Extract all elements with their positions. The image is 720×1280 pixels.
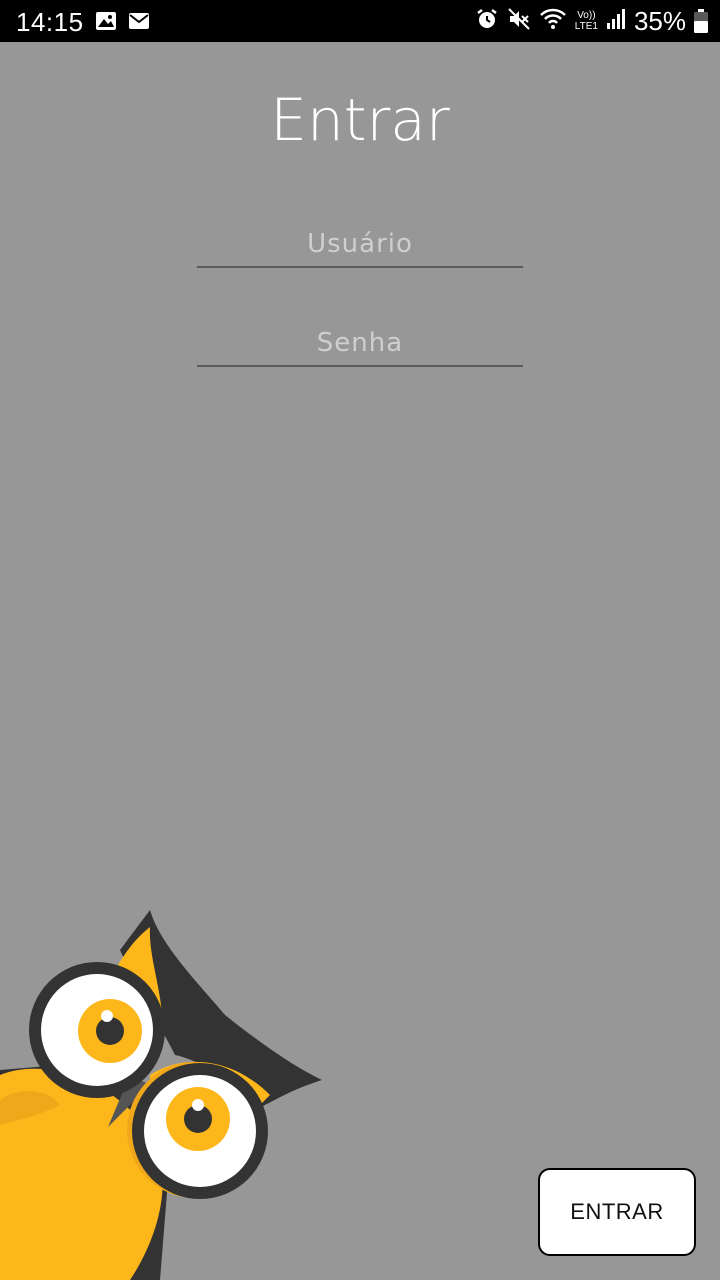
owl-mascot-illustration xyxy=(0,910,322,1280)
image-icon xyxy=(95,11,117,31)
alarm-icon xyxy=(475,7,499,36)
status-time: 14:15 xyxy=(16,7,84,37)
page-title: Entrar xyxy=(270,86,450,154)
status-right: Vo)) LTE1 35% xyxy=(475,6,708,36)
volte-lte-icon: Vo)) LTE1 xyxy=(574,10,598,32)
signal-icon xyxy=(606,7,626,36)
battery-percent: 35% xyxy=(633,5,686,36)
enter-button[interactable]: ENTRAR xyxy=(538,1168,696,1256)
password-field[interactable] xyxy=(197,321,523,367)
username-field[interactable] xyxy=(197,222,523,268)
wifi-icon xyxy=(539,7,567,36)
battery-icon xyxy=(694,9,708,33)
mail-icon xyxy=(128,11,150,31)
mute-icon xyxy=(507,7,531,36)
status-bar: 14:15 Vo)) LTE1 35% xyxy=(0,0,720,42)
